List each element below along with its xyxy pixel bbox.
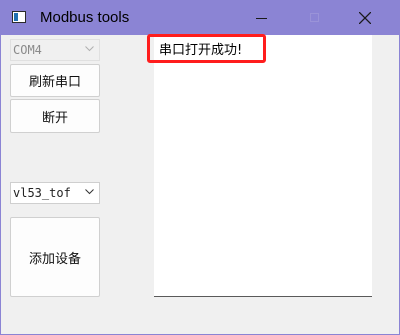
title-bar[interactable]: Modbus tools xyxy=(1,1,399,35)
close-icon xyxy=(359,12,371,24)
port-select-value: COM4 xyxy=(13,43,42,57)
add-device-label: 添加设备 xyxy=(28,251,81,267)
maximize-button[interactable] xyxy=(292,1,338,35)
chevron-down-icon xyxy=(85,189,94,195)
add-device-button[interactable]: 添加设备 xyxy=(10,217,100,297)
close-button[interactable] xyxy=(342,1,388,35)
disconnect-button[interactable]: 断开 xyxy=(10,99,100,133)
device-select-value: vl53_tof xyxy=(13,186,71,200)
app-window: Modbus tools COM4 刷新串口 断开 vl53_tof 添加设备 xyxy=(0,0,400,335)
highlight-box xyxy=(147,34,266,63)
minimize-button[interactable] xyxy=(238,1,284,35)
window-title: Modbus tools xyxy=(40,9,130,26)
disconnect-label: 断开 xyxy=(41,110,68,126)
refresh-port-button[interactable]: 刷新串口 xyxy=(10,64,100,97)
app-window-icon xyxy=(12,11,26,23)
refresh-port-label: 刷新串口 xyxy=(28,75,81,90)
device-select[interactable]: vl53_tof xyxy=(10,182,100,204)
log-textbox[interactable]: 串口打开成功! xyxy=(154,35,372,297)
port-select[interactable]: COM4 xyxy=(10,39,100,61)
chevron-down-icon xyxy=(85,46,94,52)
